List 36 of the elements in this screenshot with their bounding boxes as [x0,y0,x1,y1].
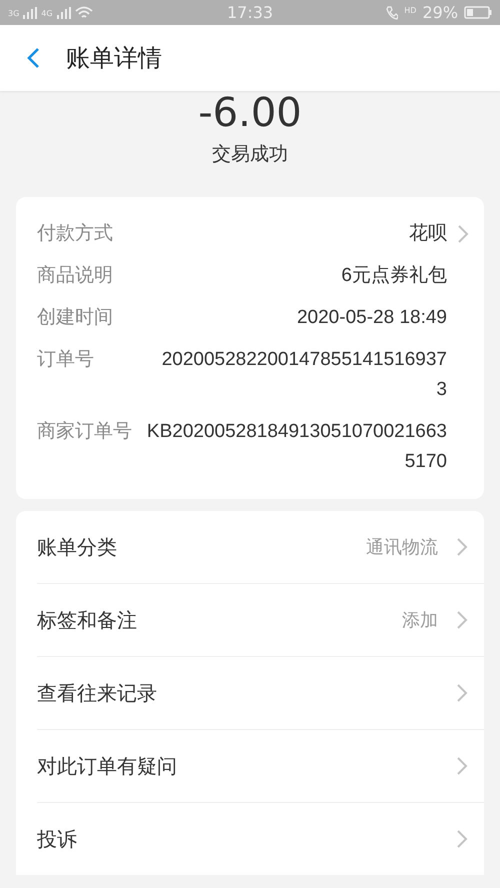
chevron-right-icon [456,683,468,703]
detail-label: 商品说明 [37,264,114,288]
detail-value: 2020052822001478551415169373 [160,348,447,402]
page-title: 账单详情 [66,43,162,74]
menu-item-value: 通讯物流 [366,536,438,559]
battery-icon [464,6,492,19]
menu-item[interactable]: 投诉 [37,826,438,852]
network-label: 3G [8,8,20,18]
detail-value: KB202005281849130510700216635170 [146,420,447,474]
clock-time: 17:33 [226,3,274,22]
menu-item[interactable]: 账单分类 [37,534,348,560]
chevron-right-icon [456,756,468,776]
menu-item[interactable]: 标签和备注 [37,606,384,634]
menu-item-value: 添加 [402,609,438,632]
detail-label: 商家订单号 [37,420,132,444]
signal-icon [23,6,38,18]
network-label: 4G [41,8,53,18]
chevron-right-icon [456,537,468,557]
signal-icon [56,6,71,18]
detail-value: 6元点券礼包 [341,264,447,288]
chevron-right-icon [456,829,468,849]
detail-value[interactable]: 花呗 [409,219,447,249]
detail-value: 2020-05-28 18:49 [296,306,447,330]
detail-label: 付款方式 [37,222,114,246]
chevron-right-icon [456,610,468,630]
detail-label: 创建时间 [37,306,114,330]
amount: -6.00 [198,91,302,135]
phone-icon [386,6,398,20]
transaction-status: 交易成功 [212,142,288,167]
menu-item[interactable]: 查看往来记录 [37,680,438,706]
chevron-right-icon [457,224,469,244]
detail-label: 订单号 [37,348,95,372]
menu-item[interactable]: 对此订单有疑问 [37,752,438,780]
battery-percent: 29% [422,3,458,22]
wifi-icon [74,6,93,20]
hd-label: HD [404,6,416,15]
